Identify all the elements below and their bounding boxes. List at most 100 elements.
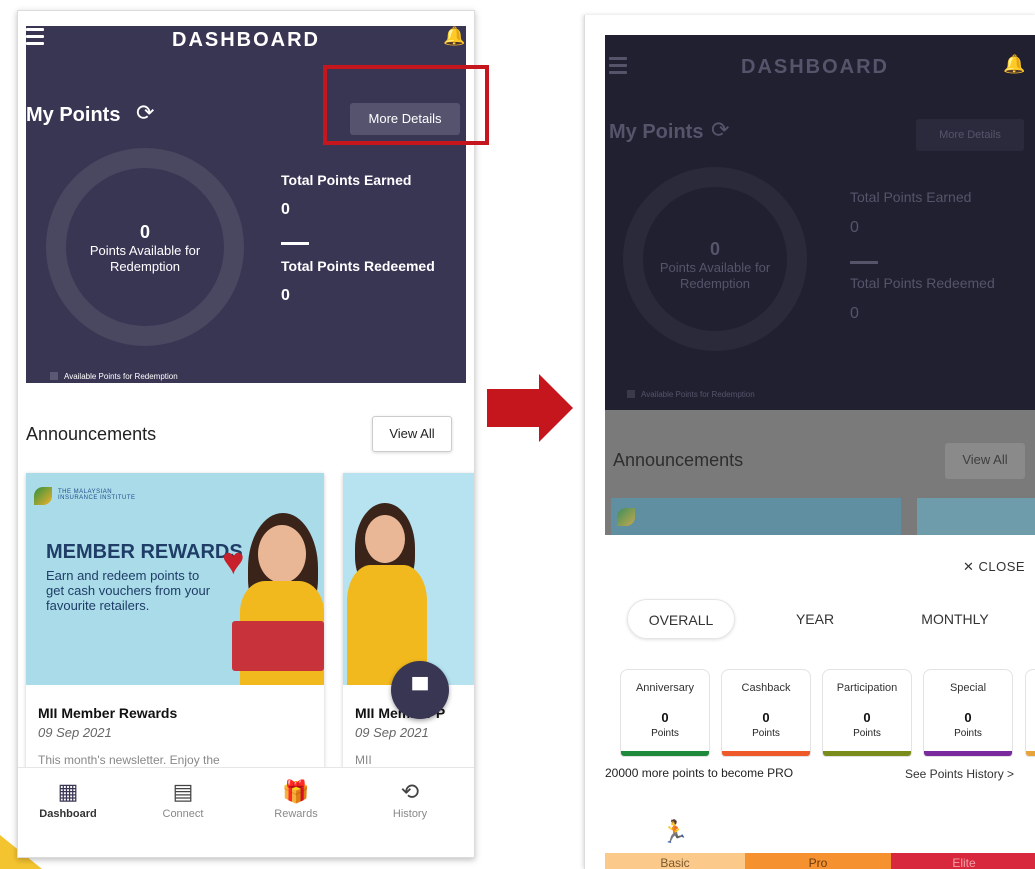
pro-progress-text: 20000 more points to become PRO	[605, 766, 794, 780]
document-icon: ▤	[172, 779, 194, 804]
chat-button[interactable]: ▀	[391, 661, 449, 719]
close-button[interactable]: ✕ CLOSE	[963, 559, 1025, 575]
announcements-title: Announcements	[613, 450, 744, 470]
category-value: 0	[762, 710, 770, 725]
tab-monthly[interactable]: MONTHLY	[905, 599, 1005, 639]
nav-connect[interactable]: ▤ Connect	[133, 778, 233, 820]
total-redeemed-value: 0	[281, 287, 290, 304]
view-all-button[interactable]: View All	[945, 443, 1025, 479]
grid-icon: ▦	[57, 779, 79, 804]
category-anniversary[interactable]: Anniversary 0 Points	[620, 669, 710, 757]
history-icon: ⟲	[400, 779, 420, 804]
category-name: Participation	[836, 682, 898, 694]
announcement-card-dimmed	[917, 498, 1035, 538]
card-description: This month's newsletter. Enjoy the	[38, 753, 220, 767]
category-value: 0	[863, 710, 871, 725]
nav-label: History	[392, 808, 428, 820]
card-date: 09 Sep 2021	[38, 725, 112, 740]
points-detail-sheet: ✕ CLOSE OVERALL YEAR MONTHLY Anniversary…	[585, 535, 1035, 869]
runner-icon: 🏃	[661, 819, 689, 844]
bottom-nav: ▦ Dashboard ▤ Connect 🎁 Rewards ⟲ Histor…	[18, 767, 474, 857]
bell-icon[interactable]: 🔔	[1003, 54, 1025, 75]
category-color-bar	[823, 751, 911, 756]
logo-text: THE MALAYSIAN INSURANCE INSTITUTE	[58, 489, 136, 501]
woman-face	[365, 515, 405, 563]
nav-rewards[interactable]: 🎁 Rewards	[246, 778, 346, 820]
nav-history[interactable]: ⟲ History	[360, 778, 460, 820]
nav-label: Rewards	[274, 808, 318, 820]
banner-title: MEMBER REWARDS	[46, 541, 243, 563]
woman-face	[258, 525, 306, 583]
announcements-dimmed: Announcements View All	[605, 410, 1035, 538]
more-details-button[interactable]: More Details	[916, 119, 1024, 151]
legend-label: Available Points for Redemption	[641, 390, 755, 399]
member-rewards-banner	[343, 473, 474, 685]
total-redeemed-label: Total Points Redeemed	[281, 258, 435, 274]
page-title: DASHBOARD	[172, 29, 320, 51]
tier-basic: Basic	[605, 853, 745, 869]
view-all-button[interactable]: View All	[372, 416, 452, 452]
category-special[interactable]: Special 0 Points	[923, 669, 1013, 757]
tier-pro: Pro	[745, 853, 891, 869]
announcement-card-dimmed	[611, 498, 901, 538]
stat-divider	[850, 261, 878, 264]
total-redeemed-label: Total Points Redeemed	[850, 275, 995, 291]
category-unit: Points	[651, 728, 679, 739]
legend-swatch	[50, 372, 58, 380]
refresh-icon[interactable]: ⟳	[136, 100, 154, 126]
points-available-label: Points Available for Redemption	[89, 243, 201, 274]
category-name: Cashback	[741, 682, 791, 694]
tab-year[interactable]: YEAR	[775, 599, 855, 639]
stat-divider	[281, 242, 309, 245]
points-history-link[interactable]: See Points History >	[905, 767, 1014, 781]
category-color-bar	[1026, 751, 1035, 756]
total-earned-value: 0	[850, 219, 859, 236]
banner-text: Earn and redeem points to get cash vouch…	[46, 568, 211, 613]
tier-elite: Elite	[891, 853, 1035, 869]
total-earned-label: Total Points Earned	[850, 189, 972, 205]
arrow-head	[539, 374, 573, 442]
heart-icon: ♥	[222, 541, 245, 583]
card-date: 09 Sep 2021	[355, 725, 429, 740]
category-color-bar	[621, 751, 709, 756]
points-available-value: 0	[709, 239, 720, 259]
card-title: MII Member Rewards	[38, 705, 178, 721]
total-earned-label: Total Points Earned	[281, 172, 412, 188]
points-available-label: Points Available for Redemption	[659, 260, 771, 291]
category-participation[interactable]: Participation 0 Points	[822, 669, 912, 757]
highlight-box	[323, 65, 489, 145]
bell-icon[interactable]: 🔔	[443, 26, 465, 47]
category-unit: Points	[954, 728, 982, 739]
announcement-card[interactable]: THE MALAYSIAN INSURANCE INSTITUTE MEMBER…	[26, 473, 324, 773]
card-description: MII	[355, 753, 372, 767]
my-points-label: My Points	[26, 104, 121, 126]
category-name: Special	[949, 682, 987, 694]
gift-icon: 🎁	[282, 779, 310, 804]
category-value: 0	[964, 710, 972, 725]
points-available-value: 0	[139, 222, 150, 242]
refresh-icon[interactable]: ⟳	[711, 117, 729, 143]
nav-dashboard[interactable]: ▦ Dashboard	[18, 778, 118, 820]
points-dashboard-panel-dimmed: DASHBOARD 🔔 My Points ⟳ More Details 0 P…	[605, 35, 1035, 410]
category-cashback[interactable]: Cashback 0 Points	[721, 669, 811, 757]
legend-label: Available Points for Redemption	[64, 372, 178, 381]
points-available: 0 Points Available for Redemption	[641, 239, 789, 292]
total-earned-value: 0	[281, 201, 290, 218]
nav-label: Connect	[162, 808, 204, 820]
announcements-title: Announcements	[26, 424, 157, 444]
my-points-label: My Points	[609, 121, 704, 143]
category-card-partial[interactable]	[1025, 669, 1035, 757]
mii-logo-icon	[34, 487, 52, 505]
category-color-bar	[722, 751, 810, 756]
member-rewards-banner: THE MALAYSIAN INSURANCE INSTITUTE MEMBER…	[26, 473, 324, 685]
tab-overall[interactable]: OVERALL	[627, 599, 735, 639]
nav-label: Dashboard	[39, 808, 97, 820]
category-value: 0	[661, 710, 669, 725]
total-redeemed-value: 0	[850, 305, 859, 322]
laptop-illustration	[232, 621, 324, 671]
category-name: Anniversary	[635, 682, 695, 694]
legend-swatch	[627, 390, 635, 398]
mii-logo-icon	[617, 508, 635, 526]
announcement-card[interactable]: MII Member P 09 Sep 2021 MII	[343, 473, 474, 773]
arrow-right-icon	[487, 389, 539, 427]
